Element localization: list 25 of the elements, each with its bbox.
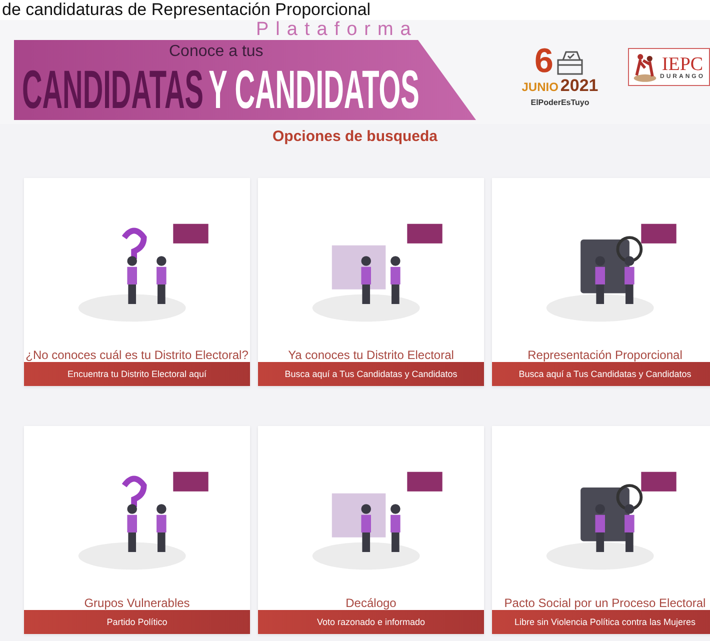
platform-label: Plataforma [256, 20, 419, 40]
card-title: Representación Proporcional [528, 348, 682, 362]
card-action-button[interactable]: Encuentra tu Distrito Electoral aquí [24, 362, 250, 386]
figures-icon [632, 51, 658, 83]
institute-acronym: IEPC [662, 54, 704, 74]
election-year: 2021 [560, 76, 598, 96]
card-action-button[interactable]: Voto razonado e informado [258, 610, 484, 634]
card-title: Decálogo [346, 596, 396, 610]
card-title: ¿No conoces cuál es tu Distrito Electoral? [26, 348, 248, 362]
page-caption: de candidaturas de Representación Proporcional [1, 0, 371, 20]
election-day: 6 [534, 46, 554, 76]
election-month: JUNIO [522, 80, 558, 94]
card-title: Pacto Social por un Proceso Electoral [504, 596, 706, 610]
card-title: Grupos Vulnerables [84, 596, 190, 610]
headline-text: CANDIDATAS [22, 60, 204, 120]
card-title: Ya conoces tu Distrito Electoral [288, 348, 454, 362]
banner-intro: Conoce a tus [169, 42, 264, 62]
card-action-button[interactable]: Libre sin Violencia Política contra las Mujeres [492, 610, 710, 634]
election-hashtag: ElPoderEsTuyo [530, 98, 590, 107]
ballot-box-icon [555, 50, 586, 76]
card-action-button[interactable]: Partido Político [24, 610, 250, 634]
section-title: Opciones de busqueda [271, 127, 439, 145]
card-action-button[interactable]: Busca aquí a Tus Candidatas y Candidatos [492, 362, 710, 386]
card-action-button[interactable]: Busca aquí a Tus Candidatas y Candidatos [258, 362, 484, 386]
headline-text: Y CANDIDATOS [208, 60, 420, 120]
